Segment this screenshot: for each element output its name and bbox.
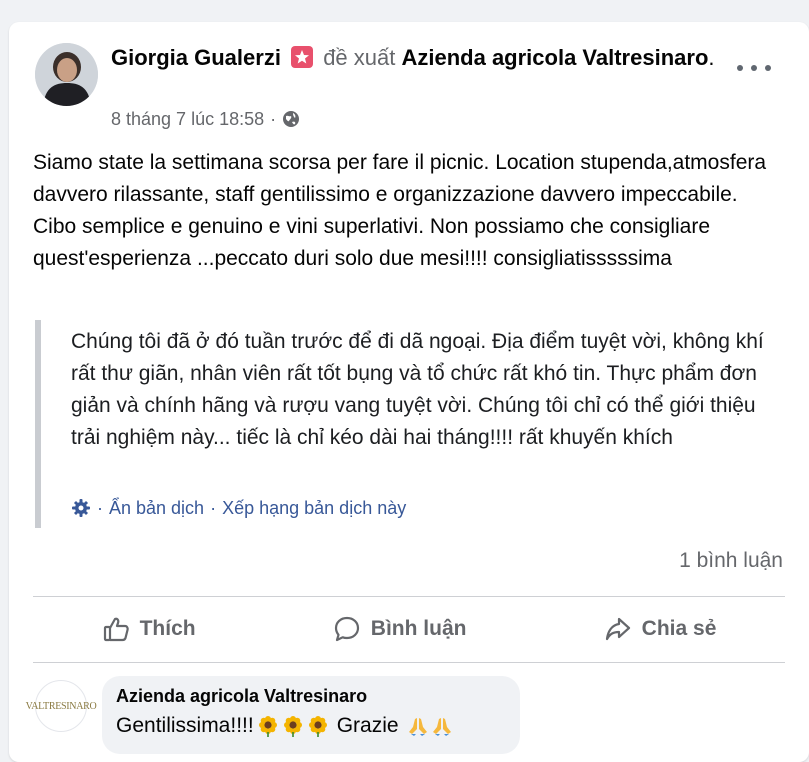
page-name-link[interactable]: Azienda agricola Valtresinaro: [401, 45, 708, 70]
author-name[interactable]: Giorgia Gualerzi: [111, 45, 281, 70]
recommends-label: đề xuất: [323, 45, 396, 70]
commenter-name[interactable]: Azienda agricola Valtresinaro: [116, 686, 367, 707]
like-label: Thích: [139, 617, 196, 640]
comment-label: Bình luận: [370, 617, 467, 640]
commenter-logo: VALTRESINARO: [25, 700, 97, 712]
post-header: Giorgia Gualerzi đề xuất Azienda agricol…: [111, 43, 731, 73]
meta-separator: ·: [270, 109, 277, 129]
tools-separator-1: ·: [97, 498, 103, 518]
folded-hands-icon: [431, 715, 453, 737]
translation-tools: · Ẩn bản dịch · Xếp hạng bản dịch này: [71, 496, 406, 520]
gear-icon[interactable]: [71, 498, 91, 518]
star-badge-icon: [291, 46, 314, 68]
thumbs-up-icon: [102, 615, 130, 643]
commenter-avatar[interactable]: VALTRESINARO: [26, 680, 97, 732]
comment-count[interactable]: 1 bình luận: [679, 549, 783, 573]
action-bar: Thích Bình luận Chia sẻ: [33, 604, 785, 654]
more-horizontal-icon[interactable]: [737, 58, 771, 78]
post-meta: 8 tháng 7 lúc 18:58 ·: [111, 107, 300, 131]
share-button[interactable]: Chia sẻ: [590, 609, 731, 649]
tools-separator-2: ·: [210, 498, 217, 518]
comment-text-main: Gentilissima!!!!: [116, 714, 254, 737]
folded-hands-icon: [407, 715, 429, 737]
speech-bubble-icon: [333, 615, 361, 643]
post-card: Giorgia Gualerzi đề xuất Azienda agricol…: [9, 22, 809, 762]
translated-text: Chúng tôi đã ở đó tuần trước để đi dã ng…: [71, 330, 764, 449]
rate-translation-link[interactable]: Xếp hạng bản dịch này: [222, 496, 406, 520]
comment-button[interactable]: Bình luận: [319, 609, 481, 649]
post-timestamp[interactable]: 8 tháng 7 lúc 18:58: [111, 107, 264, 131]
divider-bottom: [33, 662, 785, 663]
name-suffix: .: [708, 45, 715, 70]
comment-text-thanks: Grazie: [336, 714, 399, 737]
share-label: Chia sẻ: [641, 617, 717, 640]
divider-top: [33, 596, 785, 597]
globe-icon[interactable]: [282, 110, 300, 128]
translation-block: Chúng tôi đã ở đó tuần trước để đi dã ng…: [35, 320, 781, 528]
share-arrow-icon: [604, 615, 632, 643]
sunflower-icon: [257, 715, 279, 737]
sunflower-icon: [282, 715, 304, 737]
avatar-photo: [35, 43, 98, 106]
hide-translation-link[interactable]: Ẩn bản dịch: [109, 496, 204, 520]
like-button[interactable]: Thích: [88, 609, 210, 649]
comment-bubble: Azienda agricola Valtresinaro Gentilissi…: [102, 676, 520, 754]
author-avatar[interactable]: [35, 43, 98, 106]
comment-text: Gentilissima!!!! Grazie: [116, 714, 453, 738]
post-original-text: Siamo state la settimana scorsa per fare…: [33, 151, 767, 270]
sunflower-icon: [307, 715, 329, 737]
